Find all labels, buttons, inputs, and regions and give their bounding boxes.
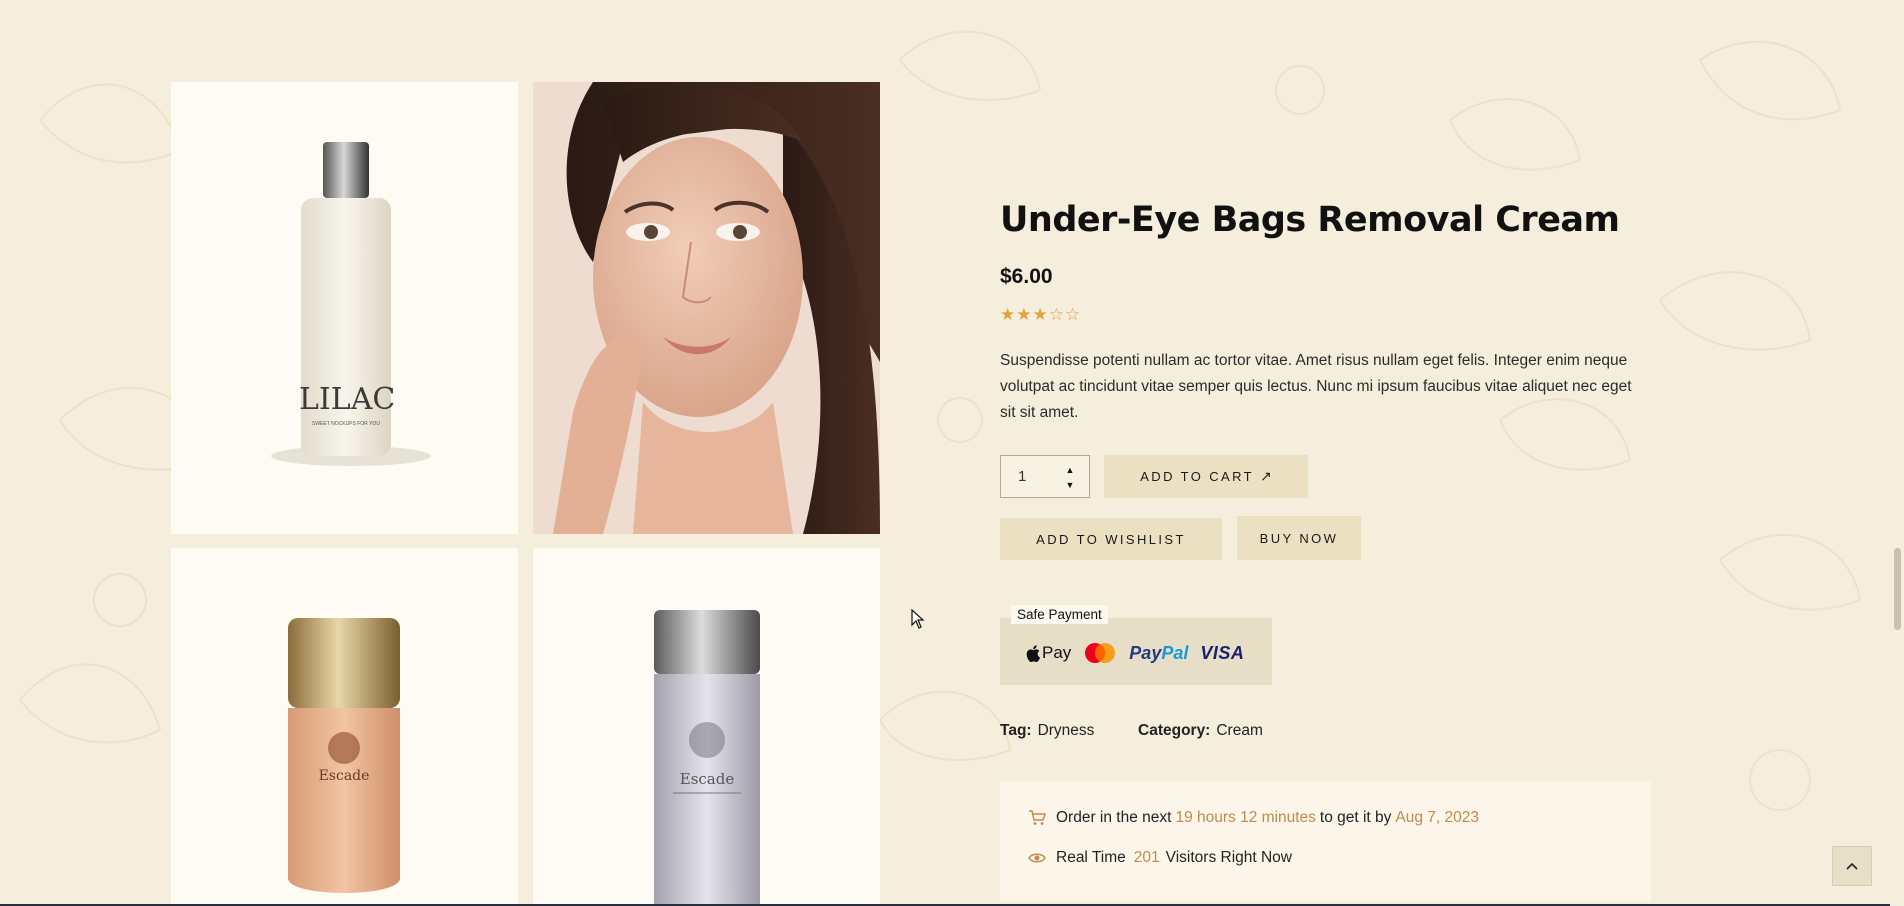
product-category: Category: Cream: [1138, 722, 1263, 740]
product-image-escade-foundation[interactable]: Escade: [171, 548, 518, 906]
delivery-time: 19 hours 12 minutes: [1175, 809, 1316, 826]
buy-now-label: Buy now: [1259, 530, 1339, 546]
apple-pay-icon: Pay: [1026, 643, 1071, 663]
chevron-up-icon: [1846, 862, 1858, 870]
safe-payment-label: Safe Payment: [1011, 605, 1108, 624]
quantity-decrease-icon[interactable]: ▼: [1063, 479, 1077, 491]
cart-icon: [1029, 810, 1046, 825]
add-to-wishlist-button[interactable]: Add to wishlist: [1000, 518, 1222, 560]
product-image-model[interactable]: [533, 82, 880, 534]
visitors-now: Real Time 201 Visitors Right Now: [1028, 849, 1292, 867]
toner-bottle-illustration: [654, 610, 760, 906]
delivery-middle: to get it by: [1319, 809, 1392, 826]
star-filled-icon: ★: [1000, 305, 1016, 324]
scroll-to-top-button[interactable]: [1832, 846, 1872, 886]
tag-link[interactable]: Dryness: [1038, 722, 1095, 739]
add-to-wishlist-label: Add to wishlist: [1036, 531, 1186, 547]
buy-now-button[interactable]: Buy now: [1237, 516, 1361, 560]
delivery-info-box: [1000, 781, 1651, 901]
paypal-icon: PayPal: [1129, 643, 1188, 664]
add-to-cart-button[interactable]: Add to cart ↗: [1104, 455, 1308, 498]
rating-stars: ★ ★ ★ ☆ ☆: [1000, 306, 1080, 323]
visitors-count: 201: [1133, 849, 1160, 866]
eye-icon: [1028, 853, 1046, 863]
lilac-bottle-illustration: [271, 142, 431, 466]
add-to-cart-label: Add to cart: [1140, 469, 1255, 484]
visitors-suffix: Visitors Right Now: [1165, 849, 1292, 866]
quantity-increase-icon[interactable]: ▲: [1063, 464, 1077, 476]
category-key: Category:: [1138, 722, 1211, 739]
star-filled-icon: ★: [1016, 305, 1032, 324]
mastercard-icon: [1085, 643, 1116, 663]
quantity-stepper[interactable]: 1 ▲ ▼: [1000, 455, 1090, 498]
delivery-prefix: Order in the next: [1056, 809, 1172, 826]
product-image-lilac-bottle[interactable]: LILAC SWEET NOCKUPS FOR YOU: [171, 82, 518, 534]
star-empty-icon: ☆: [1065, 305, 1081, 324]
product-price: $6.00: [1000, 265, 1053, 288]
page-scrollbar[interactable]: [1890, 0, 1904, 906]
quantity-value[interactable]: 1: [1018, 468, 1026, 485]
visitors-prefix: Real Time: [1056, 849, 1126, 866]
tag-key: Tag:: [1000, 722, 1032, 739]
product-description: Suspendisse potenti nullam ac tortor vit…: [1000, 352, 1632, 421]
category-link[interactable]: Cream: [1216, 722, 1263, 739]
star-empty-icon: ☆: [1048, 305, 1064, 324]
foundation-bottle-illustration: [288, 618, 400, 893]
delivery-estimate: Order in the next 19 hours 12 minutes to…: [1028, 809, 1483, 827]
product-image-escade-toner[interactable]: Escade: [533, 548, 880, 906]
payment-logos: Pay PayPal VISA: [1026, 642, 1244, 664]
paypal-text-a: Pay: [1129, 642, 1162, 663]
toner-brand-text: Escade: [679, 770, 735, 788]
apple-pay-text: Pay: [1042, 643, 1072, 662]
product-title: Under-Eye Bags Removal Cream: [1000, 200, 1620, 240]
arrow-up-right-icon: ↗: [1260, 468, 1272, 484]
lilac-brand-text: LILAC: [299, 382, 396, 417]
paypal-text-b: Pal: [1161, 642, 1189, 663]
star-filled-icon: ★: [1032, 305, 1048, 324]
model-face-illustration: [533, 82, 880, 534]
delivery-date: Aug 7, 2023: [1395, 809, 1480, 826]
mouse-cursor-icon: [911, 609, 925, 629]
foundation-brand-text: Escade: [318, 768, 370, 784]
lilac-sub-text: SWEET NOCKUPS FOR YOU: [312, 421, 380, 427]
page-scrollbar-thumb[interactable]: [1894, 548, 1901, 630]
visa-icon: VISA: [1200, 642, 1245, 663]
product-tag: Tag: Dryness: [1000, 722, 1094, 740]
